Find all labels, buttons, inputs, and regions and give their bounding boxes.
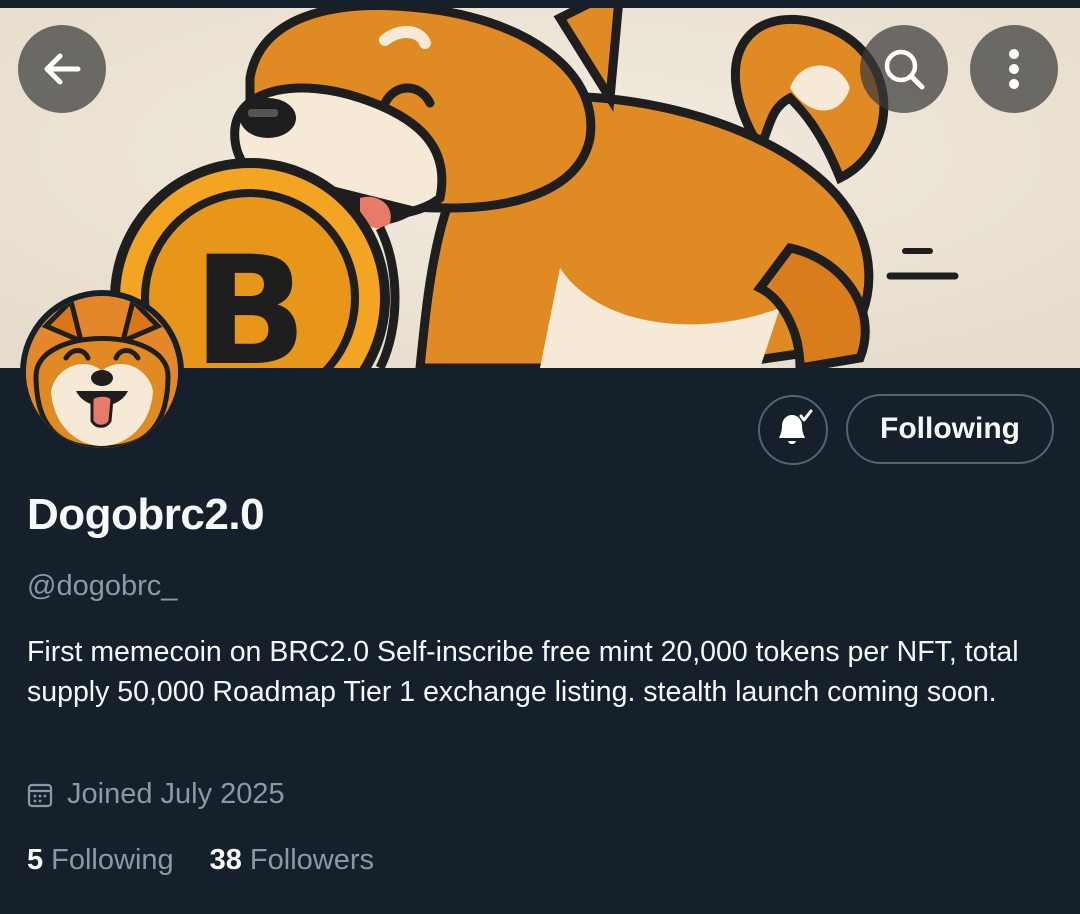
following-count-link[interactable]: 5 Following [27, 844, 174, 877]
notifications-button[interactable] [758, 395, 828, 465]
profile-avatar[interactable] [20, 290, 184, 454]
followers-count: 38 [209, 844, 242, 876]
arrow-left-icon [44, 53, 81, 85]
profile-bio: First memecoin on BRC2.0 Self-inscribe f… [27, 636, 1019, 708]
status-strip [0, 0, 1080, 8]
more-vertical-icon [1009, 49, 1019, 89]
bell-check-icon [779, 409, 813, 444]
avatar-image [26, 296, 178, 448]
search-button[interactable] [860, 25, 948, 113]
joined-date: Joined July 2025 [27, 778, 285, 811]
bitcoin-symbol: B [193, 225, 307, 368]
following-label: Following [51, 844, 174, 876]
display-name: Dogobrc2.0 [27, 490, 265, 539]
followers-label: Followers [249, 844, 374, 876]
back-button[interactable] [18, 25, 106, 113]
follow-stats: 5 Following 38 Followers [27, 844, 410, 877]
calendar-icon [27, 783, 53, 807]
more-options-button[interactable] [970, 25, 1058, 113]
shiba-avatar-illustration [26, 296, 178, 448]
following-button[interactable]: Following [846, 394, 1054, 464]
followers-count-link[interactable]: 38 Followers [210, 844, 374, 877]
username-handle: @dogobrc_ [27, 570, 178, 602]
following-count: 5 [27, 844, 44, 876]
joined-text: Joined July 2025 [67, 778, 285, 810]
search-icon [884, 49, 925, 90]
